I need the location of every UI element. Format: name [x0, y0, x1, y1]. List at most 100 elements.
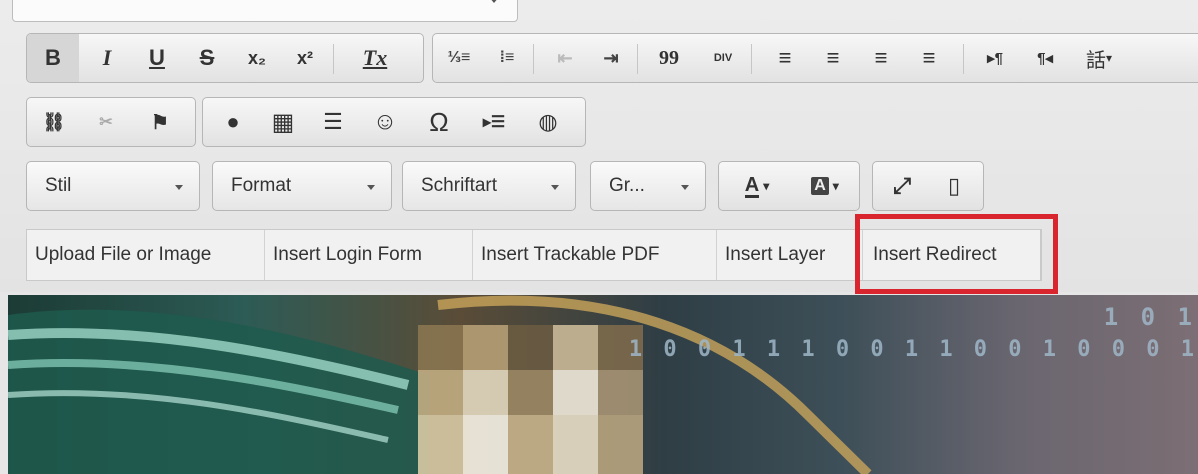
align-center-button[interactable]: ≡ — [811, 34, 855, 82]
superscript-label: x² — [296, 47, 313, 68]
upload-file-label: Upload File or Image — [35, 244, 212, 265]
background-color-button[interactable]: A ▾ — [795, 162, 855, 210]
unlink-icon: ✂ — [99, 114, 113, 131]
underline-button[interactable]: U — [135, 34, 179, 82]
style-dropdown[interactable]: Stil — [26, 161, 200, 211]
banner-graphic — [8, 295, 872, 474]
link-button[interactable]: ⛓ — [31, 98, 77, 146]
anchor-button[interactable]: ⚑ — [137, 98, 183, 146]
separator — [963, 44, 964, 74]
maximize-button[interactable]: ⤢ — [879, 162, 925, 210]
binary-text-middle: 1 0 0 1 1 1 0 0 1 1 0 0 1 0 0 0 1 — [628, 337, 1198, 362]
basic-styles-group: B I U S x₂ x² Tx — [26, 33, 424, 83]
outdent-button[interactable]: ⇤ — [545, 34, 585, 82]
size-dropdown[interactable]: Gr... — [590, 161, 706, 211]
text-color-button[interactable]: A ▾ — [727, 162, 787, 210]
blockquote-icon: 99 — [659, 46, 679, 69]
style-dropdown-label: Stil — [45, 175, 72, 196]
insert-login-form-button[interactable]: Insert Login Form — [265, 230, 473, 280]
text-color-icon: A — [744, 173, 760, 198]
strike-button[interactable]: S — [185, 34, 229, 82]
omega-icon: Ω — [429, 106, 449, 137]
insert-trackable-pdf-label: Insert Trackable PDF — [481, 244, 660, 265]
align-right-icon: ≡ — [874, 45, 888, 70]
insert-layer-button[interactable]: Insert Layer — [717, 230, 863, 280]
insert-trackable-pdf-button[interactable]: Insert Trackable PDF — [473, 230, 717, 280]
font-dropdown-label: Schriftart — [421, 175, 498, 196]
paragraph-group: ⅓≡ ⁞≡ ⇤ ⇥ 99 DIV ≡ ≡ ≡ ≡ ▸¶ ¶◂ 話 ▾ — [432, 33, 1198, 83]
horizontal-rule-icon: ☰ — [323, 109, 343, 134]
font-dropdown[interactable]: Schriftart — [402, 161, 576, 211]
page-break-button[interactable]: ▸☰ — [471, 98, 517, 146]
background-color-icon: A — [811, 177, 829, 195]
upload-file-button[interactable]: Upload File or Image — [27, 230, 265, 280]
chevron-down-icon: ▾ — [763, 179, 770, 193]
binary-text-top: 1 0 1 — [1103, 303, 1196, 331]
align-left-button[interactable]: ≡ — [763, 34, 807, 82]
bold-button[interactable]: B — [27, 34, 79, 82]
smiley-button[interactable]: ☺ — [363, 98, 407, 146]
div-icon: DIV — [713, 51, 733, 64]
remove-format-label: Tx — [362, 45, 388, 70]
chevron-down-icon — [681, 185, 689, 190]
links-group: ⛓ ✂ ⚑ — [26, 97, 196, 147]
align-right-button[interactable]: ≡ — [859, 34, 903, 82]
top-dropdown[interactable] — [12, 0, 518, 22]
page-break-icon: ▸☰ — [482, 114, 506, 131]
underline-label: U — [149, 45, 165, 70]
show-blocks-button[interactable]: ▯ — [931, 162, 977, 210]
link-icon: ⛓ — [42, 111, 66, 132]
unlink-button[interactable]: ✂ — [83, 98, 129, 146]
chevron-down-icon — [489, 0, 499, 3]
show-blocks-icon: ▯ — [947, 173, 961, 198]
globe-icon: ◍ — [538, 109, 558, 134]
colors-group: A ▾ A ▾ — [718, 161, 860, 211]
language-button[interactable]: 話 ▾ — [1073, 34, 1125, 82]
chevron-down-icon — [551, 185, 559, 190]
table-icon: ▦ — [271, 108, 295, 136]
italic-button[interactable]: I — [85, 34, 129, 82]
ltr-icon: ▸¶ — [987, 50, 1003, 67]
separator — [333, 44, 334, 74]
bold-label: B — [45, 45, 61, 70]
remove-format-button[interactable]: Tx — [345, 34, 405, 82]
insert-group: ● ▦ ☰ ☺ Ω ▸☰ ◍ — [202, 97, 586, 147]
rtl-icon: ¶◂ — [1037, 50, 1053, 67]
blockquote-button[interactable]: 99 — [645, 34, 693, 82]
banner-image: 1 0 1 1 0 0 1 1 1 0 0 1 1 0 0 1 0 0 0 1 — [8, 295, 1198, 474]
bulleted-list-button[interactable]: ⁞≡ — [487, 34, 527, 82]
format-dropdown[interactable]: Format — [212, 161, 392, 211]
indent-button[interactable]: ⇥ — [591, 34, 631, 82]
chevron-down-icon — [175, 185, 183, 190]
numbered-list-button[interactable]: ⅓≡ — [439, 34, 479, 82]
justify-button[interactable]: ≡ — [907, 34, 951, 82]
subscript-label: x₂ — [247, 47, 266, 68]
flag-icon: ⚑ — [151, 111, 169, 134]
table-button[interactable]: ▦ — [261, 98, 305, 146]
horizontal-rule-button[interactable]: ☰ — [311, 98, 355, 146]
format-dropdown-label: Format — [231, 175, 292, 196]
italic-label: I — [102, 45, 112, 70]
smiley-icon: ☺ — [372, 108, 398, 135]
text-direction-ltr-button[interactable]: ▸¶ — [973, 34, 1017, 82]
editor-toolbar-area: B I U S x₂ x² Tx ⅓≡ ⁞≡ ⇤ ⇥ 99 DIV ≡ ≡ ≡ … — [0, 0, 1198, 294]
maximize-icon: ⤢ — [893, 173, 911, 198]
chevron-down-icon: ▾ — [832, 179, 839, 193]
tools-group: ⤢ ▯ — [872, 161, 984, 211]
outdent-icon: ⇤ — [557, 47, 573, 68]
align-left-icon: ≡ — [778, 45, 792, 70]
chevron-down-icon — [367, 185, 375, 190]
iframe-button[interactable]: ◍ — [525, 98, 571, 146]
div-container-button[interactable]: DIV — [701, 34, 745, 82]
superscript-button[interactable]: x² — [283, 34, 327, 82]
flash-button[interactable]: ● — [211, 98, 255, 146]
align-center-icon: ≡ — [826, 45, 840, 70]
bulleted-list-icon: ⁞≡ — [499, 49, 515, 66]
chevron-down-icon: ▾ — [1105, 51, 1113, 65]
special-char-button[interactable]: Ω — [415, 98, 463, 146]
indent-icon: ⇥ — [603, 47, 619, 68]
numbered-list-icon: ⅓≡ — [447, 49, 471, 66]
text-direction-rtl-button[interactable]: ¶◂ — [1023, 34, 1067, 82]
insert-layer-label: Insert Layer — [725, 244, 826, 265]
subscript-button[interactable]: x₂ — [235, 34, 279, 82]
